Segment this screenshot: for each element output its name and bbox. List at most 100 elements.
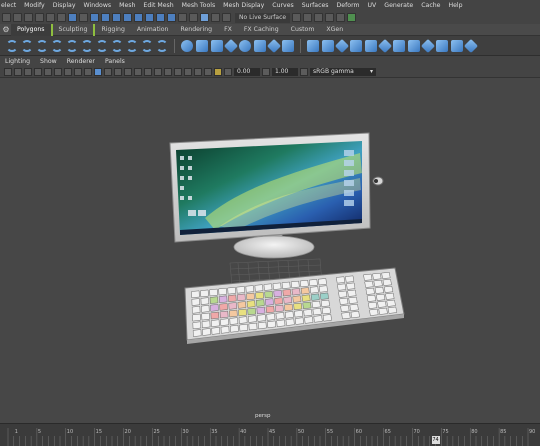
target-weld-icon[interactable] (436, 39, 448, 52)
tab-fx[interactable]: FX (218, 24, 238, 36)
render-view-icon[interactable] (303, 13, 313, 22)
menu-windows[interactable]: Windows (80, 0, 116, 11)
use-all-lights-icon[interactable] (144, 68, 152, 76)
planar-map-icon[interactable] (463, 38, 479, 53)
view-transform-dropdown[interactable]: sRGB gamma ▾ (310, 68, 376, 76)
ambient-occlusion-icon[interactable] (184, 68, 192, 76)
mirror-icon[interactable] (334, 38, 350, 53)
poly-cylinder-icon[interactable] (211, 39, 223, 52)
xray-icon[interactable] (154, 68, 162, 76)
loft-icon[interactable] (111, 39, 123, 52)
ep-curve-icon[interactable] (21, 39, 33, 52)
snap-grid-icon[interactable] (178, 13, 187, 22)
poly-disc-icon[interactable] (266, 38, 282, 53)
pencil-curve-icon[interactable] (36, 39, 48, 52)
poly-cone-icon[interactable] (223, 38, 239, 53)
render-frame-icon[interactable] (314, 13, 324, 22)
image-plane-icon[interactable] (34, 68, 42, 76)
select-hierarchy-icon[interactable] (57, 13, 66, 22)
input-ops-icon[interactable] (292, 13, 302, 22)
tab-rendering[interactable]: Rendering (174, 24, 218, 36)
select-by-joint-icon[interactable] (101, 13, 110, 22)
select-object-icon[interactable] (68, 13, 77, 22)
menu-modify[interactable]: Modify (20, 0, 49, 11)
camera-attributes-icon[interactable] (14, 68, 22, 76)
menu-surfaces[interactable]: Surfaces (298, 0, 333, 11)
depth-of-field-icon[interactable] (214, 68, 222, 76)
textured-icon[interactable] (134, 68, 142, 76)
boolean-icon[interactable] (365, 39, 377, 52)
gamma-icon[interactable] (262, 68, 270, 76)
bevel-curve-icon[interactable] (156, 39, 168, 52)
poly-cube-icon[interactable] (196, 39, 208, 52)
cv-curve-icon[interactable] (6, 39, 18, 52)
panel-menu-panels[interactable]: Panels (100, 57, 130, 67)
open-scene-icon[interactable] (13, 13, 22, 22)
time-slider[interactable]: 1 5 10 15 20 25 30 35 40 45 50 55 60 65 70 75 80 85 90 74 (0, 423, 540, 446)
tab-custom[interactable]: Custom (285, 24, 321, 36)
menu-curves[interactable]: Curves (268, 0, 297, 11)
poly-platonic-icon[interactable] (282, 39, 294, 52)
shelf-gear-icon[interactable]: ⚙ (1, 25, 11, 35)
panel-menu-lighting[interactable]: Lighting (0, 57, 35, 67)
save-scene-icon[interactable] (24, 13, 33, 22)
tab-fx-caching[interactable]: FX Caching (238, 24, 285, 36)
panel-menu-show[interactable]: Show (35, 57, 62, 67)
separate-icon[interactable] (322, 39, 334, 52)
select-component-icon[interactable] (79, 13, 88, 22)
motion-blur-icon[interactable] (194, 68, 202, 76)
menu-deform[interactable]: Deform (333, 0, 364, 11)
make-live-icon[interactable] (222, 13, 231, 22)
xray-joints-icon[interactable] (164, 68, 172, 76)
gate-mask-icon[interactable] (74, 68, 82, 76)
menu-cache[interactable]: Cache (417, 0, 444, 11)
square-curve-icon[interactable] (96, 39, 108, 52)
select-by-surface-icon[interactable] (123, 13, 132, 22)
shadows-icon[interactable] (124, 68, 132, 76)
snap-curve-icon[interactable] (189, 13, 198, 22)
bezier-curve-icon[interactable] (51, 39, 63, 52)
monitor-model[interactable] (169, 132, 371, 259)
exposure-field[interactable]: 0.00 (234, 68, 260, 76)
color-management-icon[interactable] (300, 68, 308, 76)
hypershade-icon[interactable] (347, 13, 357, 22)
exposure-icon[interactable] (224, 68, 232, 76)
isolate-select-icon[interactable] (174, 68, 182, 76)
smooth-icon[interactable] (350, 39, 362, 52)
resolution-gate-icon[interactable] (64, 68, 72, 76)
poly-sphere-icon[interactable] (181, 39, 193, 52)
webcam-model[interactable] (372, 176, 384, 186)
select-by-render-icon[interactable] (156, 13, 165, 22)
ipr-render-icon[interactable] (325, 13, 335, 22)
render-settings-icon[interactable] (336, 13, 346, 22)
wireframe-icon[interactable] (94, 68, 102, 76)
tab-sculpting[interactable]: Sculpting (50, 23, 94, 36)
perspective-viewport[interactable]: persp (0, 78, 540, 423)
menu-generate[interactable]: Generate (380, 0, 417, 11)
bevel-icon[interactable] (408, 39, 420, 52)
menu-mesh-tools[interactable]: Mesh Tools (178, 0, 220, 11)
tab-polygons[interactable]: Polygons (11, 23, 51, 36)
poly-plane-icon[interactable] (254, 39, 266, 52)
camera-select-icon[interactable] (4, 68, 12, 76)
menu-mesh[interactable]: Mesh (115, 0, 139, 11)
select-by-misc-icon[interactable] (167, 13, 176, 22)
extrude-icon[interactable] (377, 38, 393, 53)
live-surface-field[interactable]: No Live Surface (235, 12, 291, 23)
smooth-shade-icon[interactable] (104, 68, 112, 76)
snap-point-icon[interactable] (200, 13, 209, 22)
multi-cut-icon[interactable] (420, 38, 436, 53)
tab-xgen[interactable]: XGen (320, 24, 349, 36)
undo-icon[interactable] (35, 13, 44, 22)
default-lighting-icon[interactable] (114, 68, 122, 76)
panel-menu-renderer[interactable]: Renderer (62, 57, 100, 67)
bridge-icon[interactable] (393, 39, 405, 52)
menu-help[interactable]: Help (444, 0, 466, 11)
uv-editor-icon[interactable] (451, 39, 463, 52)
redo-icon[interactable] (46, 13, 55, 22)
field-chart-icon[interactable] (84, 68, 92, 76)
anti-aliasing-icon[interactable] (204, 68, 212, 76)
new-scene-icon[interactable] (2, 13, 11, 22)
select-by-deform-icon[interactable] (134, 13, 143, 22)
combine-icon[interactable] (307, 39, 319, 52)
